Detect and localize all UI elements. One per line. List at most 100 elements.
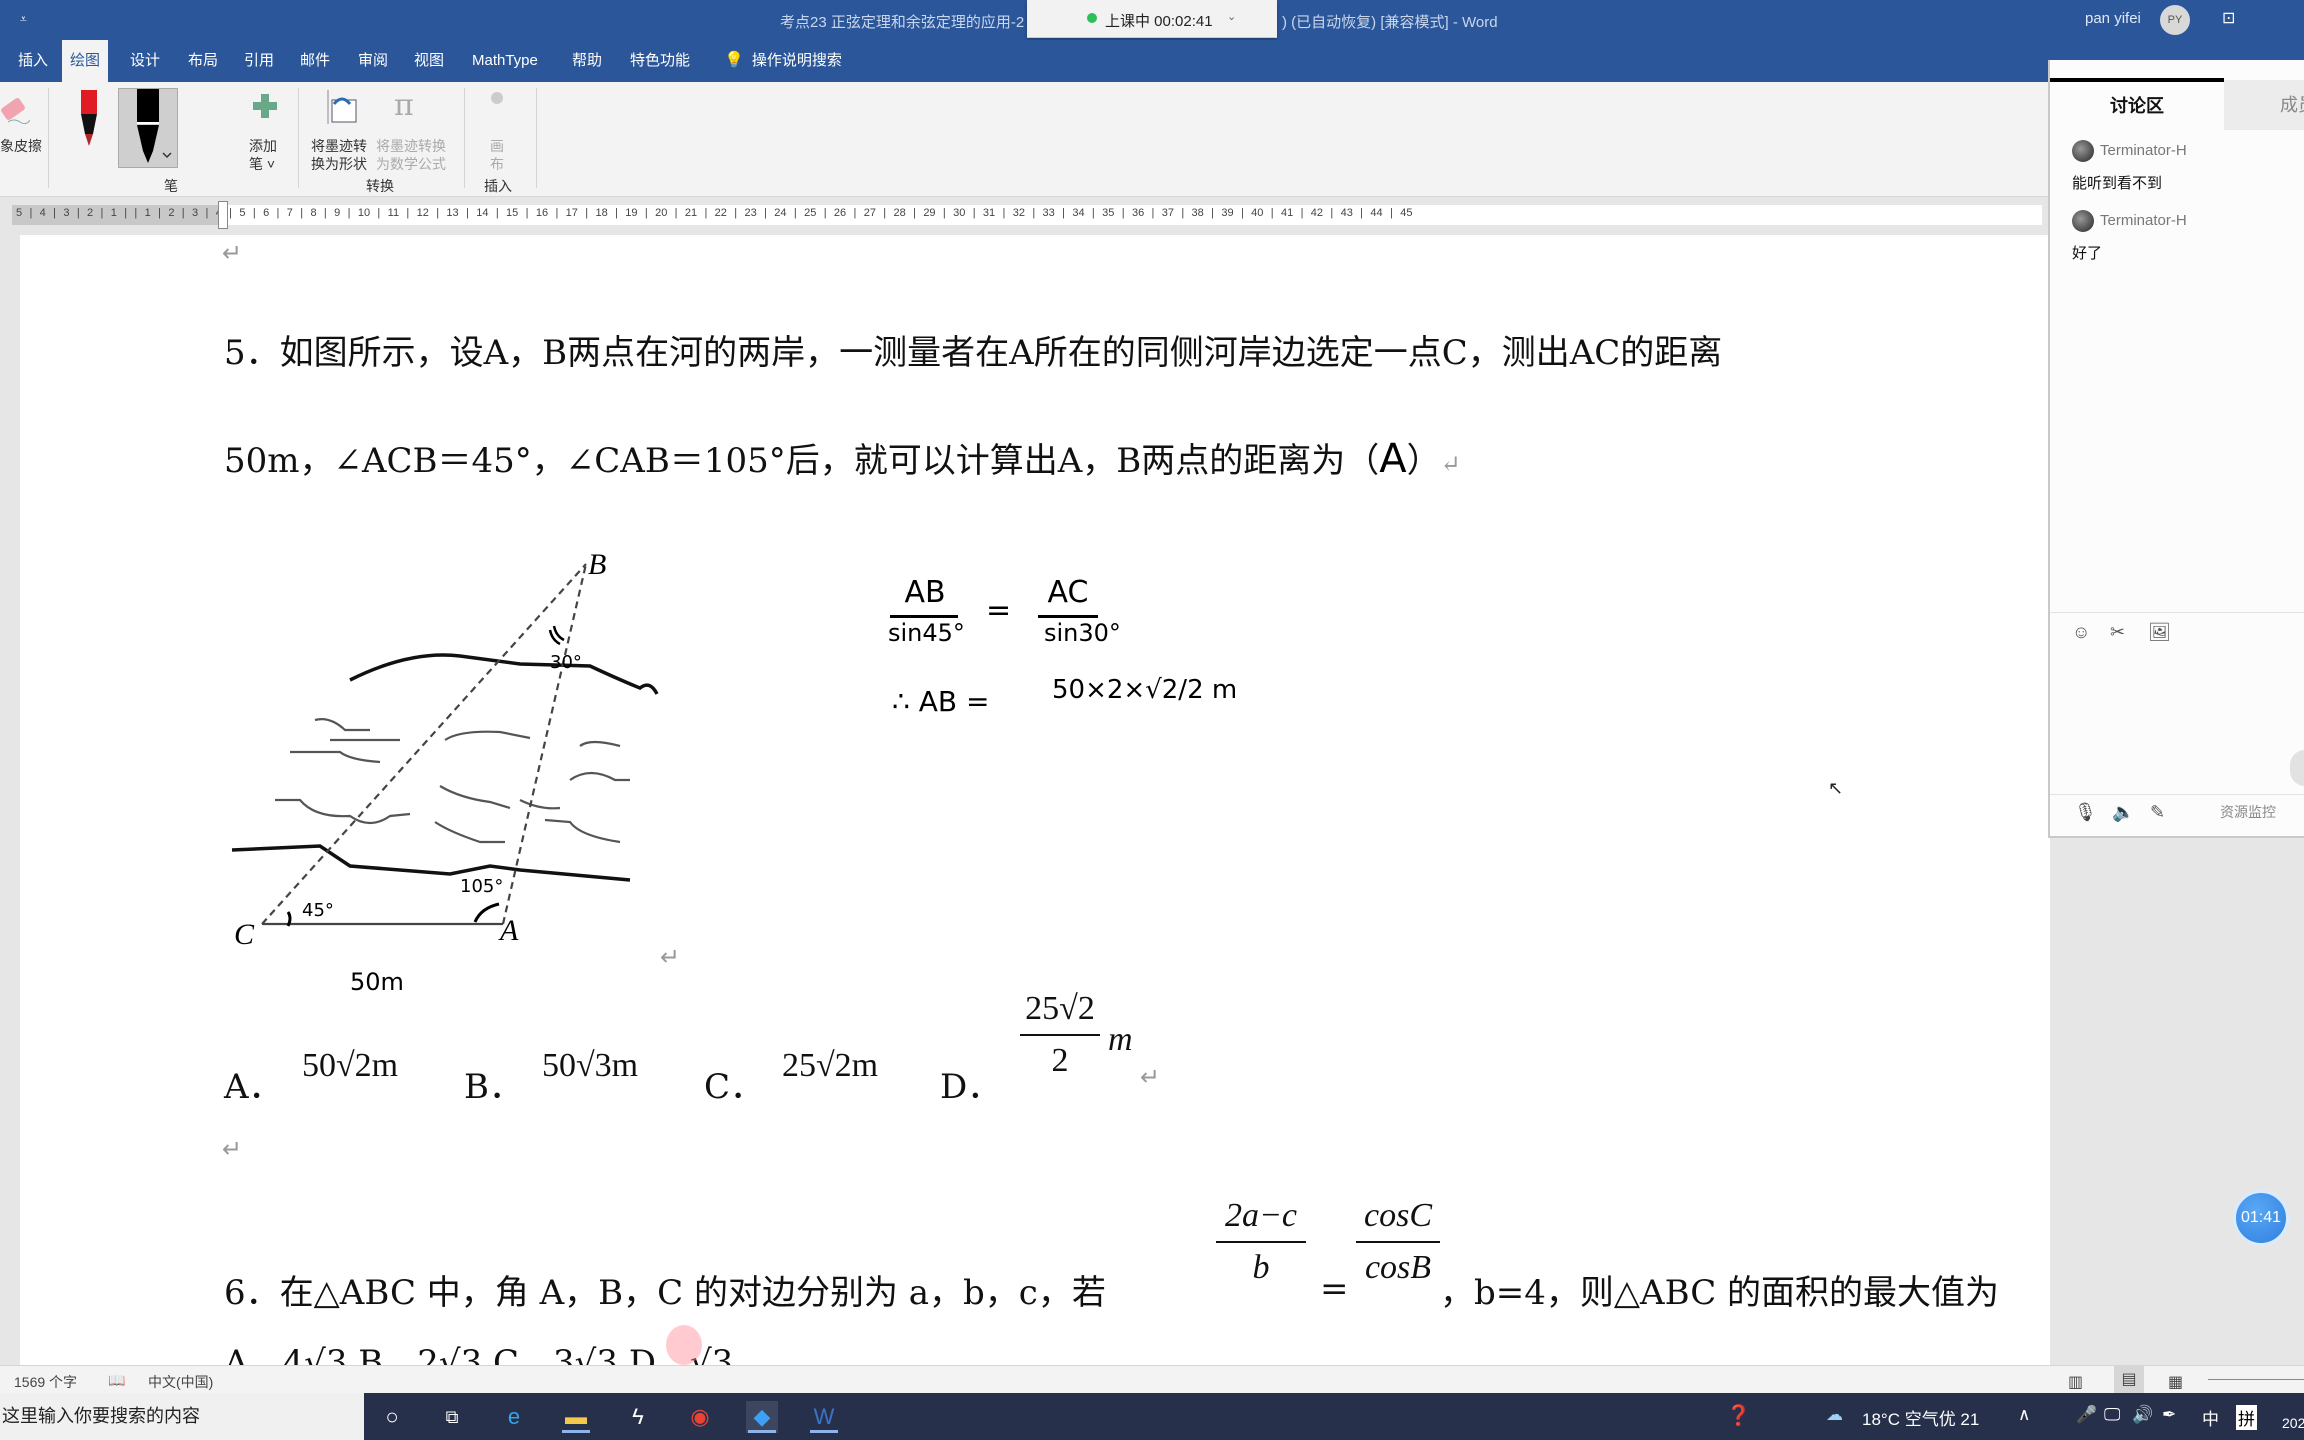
black-pen-icon: [137, 89, 172, 163]
read-mode-icon[interactable]: ▥: [2068, 1372, 2083, 1392]
option-d-letter: D．: [940, 1067, 1002, 1107]
add-pen-label-1: 添加: [249, 138, 277, 154]
chevron-down-icon: ⌄: [1227, 11, 1237, 23]
label-b: B: [588, 548, 606, 581]
question-6-prefix: 6．在△ABC 中，角 A，B，C 的对边分别为 a，b，c，若: [224, 1273, 1106, 1313]
tab-mailings[interactable]: 邮件: [292, 40, 338, 82]
speaker-icon[interactable]: 🔈: [2112, 802, 2134, 823]
tab-review[interactable]: 审阅: [350, 40, 396, 82]
quick-access-icon[interactable]: ⩡: [20, 12, 27, 27]
ribbon-display-options-icon[interactable]: ⊡: [2222, 8, 2235, 28]
web-layout-icon[interactable]: ▦: [2168, 1372, 2183, 1392]
paragraph-mark: ↵: [1440, 450, 1461, 478]
weather-icon[interactable]: ☁: [1826, 1405, 1843, 1425]
classroom-app-icon[interactable]: ◆: [746, 1401, 778, 1433]
canvas-button: 画 布: [486, 92, 516, 172]
hw-lhs-numerator: AB: [904, 575, 946, 610]
emoji-icon[interactable]: ☺: [2072, 622, 2090, 643]
task-view-icon[interactable]: ⧉: [436, 1401, 468, 1433]
ime-mode[interactable]: 中: [2202, 1405, 2219, 1430]
water-waves: [275, 718, 630, 844]
image-icon[interactable]: 🖼: [2148, 622, 2171, 643]
print-layout-icon[interactable]: ▤: [2114, 1366, 2144, 1393]
ime-layout[interactable]: 拼: [2236, 1405, 2257, 1430]
tab-members[interactable]: 成员: [2224, 80, 2304, 130]
document-title-tail: ) (已自动恢复) [兼容模式] - Word: [1282, 14, 1498, 31]
river-bank-far: [349, 653, 659, 695]
angle-arc-c: [286, 911, 292, 927]
network-icon[interactable]: 🖵: [2104, 1405, 2120, 1425]
option-b-letter: B．: [464, 1067, 523, 1107]
help-icon[interactable]: ❓: [1726, 1403, 1751, 1428]
add-pen-button[interactable]: 添加 笔 ˅: [245, 90, 285, 172]
ink-to-shape-button[interactable]: 将墨迹转 换为形状: [308, 88, 374, 172]
document-title: 考点23 正弦定理和余弦定理的应用-2: [780, 14, 1025, 31]
tab-design[interactable]: 设计: [122, 40, 168, 82]
weather-text[interactable]: 18°C 空气优 21: [1862, 1405, 1979, 1430]
pi-icon: π: [394, 88, 414, 123]
separator: [298, 88, 299, 188]
document-page[interactable]: ↵ 5．如图所示，设A，B两点在河的两岸，一测量者在A所在的同侧河岸边选定一点C…: [20, 235, 2050, 1365]
language[interactable]: 中文(中国): [148, 1372, 213, 1392]
group-insert-label: 插入: [484, 178, 512, 194]
edge-icon[interactable]: e: [498, 1401, 530, 1433]
mic-tray-icon[interactable]: 🎤: [2076, 1405, 2097, 1425]
indent-marker[interactable]: [218, 201, 228, 229]
tab-draw[interactable]: 绘图: [62, 40, 109, 82]
chrome-icon[interactable]: ◉: [684, 1401, 716, 1433]
message-input[interactable]: [2050, 652, 2304, 782]
option-b-value: 50√3m: [542, 1047, 639, 1084]
word-icon[interactable]: W: [808, 1401, 840, 1433]
tab-mathtype[interactable]: MathType: [464, 40, 546, 82]
volume-icon[interactable]: 🔊: [2132, 1405, 2153, 1425]
tab-view[interactable]: 视图: [406, 40, 452, 82]
zoom-slider[interactable]: [2208, 1379, 2304, 1380]
tab-references[interactable]: 引用: [236, 40, 282, 82]
pen-red[interactable]: [74, 90, 104, 160]
question-6-options-partial: A．4√3 B．2√3 C．3√3 D．√3: [224, 1343, 734, 1365]
taskbar: 这里输入你要搜索的内容 ○ ⧉ e ▬ ϟ ◉ ◆ W ❓ ☁ 18°C 空气优…: [0, 1393, 2304, 1440]
divider: [2050, 794, 2304, 795]
microphone-icon[interactable]: 🎙: [2074, 802, 2097, 823]
canvas-icon: [491, 92, 503, 104]
horizontal-ruler[interactable]: 5 | 4 | 3 | 2 | 1 | | 1 | 2 | 3 | 4 | 5 …: [0, 197, 2042, 235]
tell-me-search[interactable]: 💡 操作说明搜索: [716, 40, 850, 82]
paragraph-mark: ↵: [222, 1136, 243, 1163]
user-avatar[interactable]: PY: [2160, 5, 2190, 35]
eraser-button[interactable]: 象皮擦: [0, 90, 42, 160]
cortana-icon[interactable]: ○: [376, 1401, 408, 1433]
tab-featured[interactable]: 特色功能: [622, 40, 698, 82]
option-a-letter: A．: [224, 1067, 283, 1107]
word-count[interactable]: 1569 个字: [14, 1372, 77, 1392]
question-6-suffix: ，b=4，则△ABC 的面积的最大值为: [1440, 1273, 2000, 1313]
tab-layout[interactable]: 布局: [180, 40, 226, 82]
q6-frac2-denominator: cosB: [1364, 1249, 1432, 1286]
pen-black-selected[interactable]: [118, 88, 178, 168]
floating-timer[interactable]: 01:41: [2233, 1190, 2289, 1246]
question-5-close: ）: [1406, 441, 1441, 481]
show-hidden-icons[interactable]: ∧: [2018, 1405, 2030, 1425]
tab-help[interactable]: 帮助: [564, 40, 610, 82]
ink-to-shape-label-2: 换为形状: [311, 156, 367, 172]
pen-off-icon[interactable]: ✎: [2150, 802, 2165, 823]
pen-tray-icon[interactable]: ✒: [2162, 1405, 2176, 1425]
class-timer-dropdown[interactable]: 上课中 00:02:41 ⌄: [1027, 0, 1277, 38]
angle-arc-a: [473, 902, 500, 923]
app-icon[interactable]: ϟ: [622, 1401, 654, 1433]
proofing-icon[interactable]: 📖: [108, 1372, 125, 1389]
divider: [2050, 612, 2304, 613]
user-name[interactable]: pan yifei: [2085, 10, 2141, 27]
question-5-line-1: 5．如图所示，设A，B两点在河的两岸，一测量者在A所在的同侧河岸边选定一点C，测…: [224, 333, 1723, 373]
paragraph-mark: ↵: [1140, 1064, 1161, 1091]
clock[interactable]: 202: [2282, 1415, 2304, 1431]
tab-insert[interactable]: 插入: [10, 40, 56, 82]
scissors-icon[interactable]: ✂: [2110, 622, 2125, 643]
taskbar-search-input[interactable]: 这里输入你要搜索的内容: [0, 1393, 364, 1440]
tab-discussion[interactable]: 讨论区: [2050, 78, 2224, 130]
option-d-fraction: 25√2 2: [1020, 990, 1100, 1080]
ink-to-math-button: π 将墨迹转换 为数学公式: [376, 88, 450, 172]
hw-rhs-denominator: sin30°: [1044, 619, 1121, 647]
resource-monitor-button[interactable]: 资源监控: [2220, 802, 2276, 822]
ribbon-tabs: 插入 绘图 设计 布局 引用 邮件 审阅 视图 MathType 帮助 特色功能…: [0, 40, 2304, 82]
file-explorer-icon[interactable]: ▬: [560, 1401, 592, 1433]
